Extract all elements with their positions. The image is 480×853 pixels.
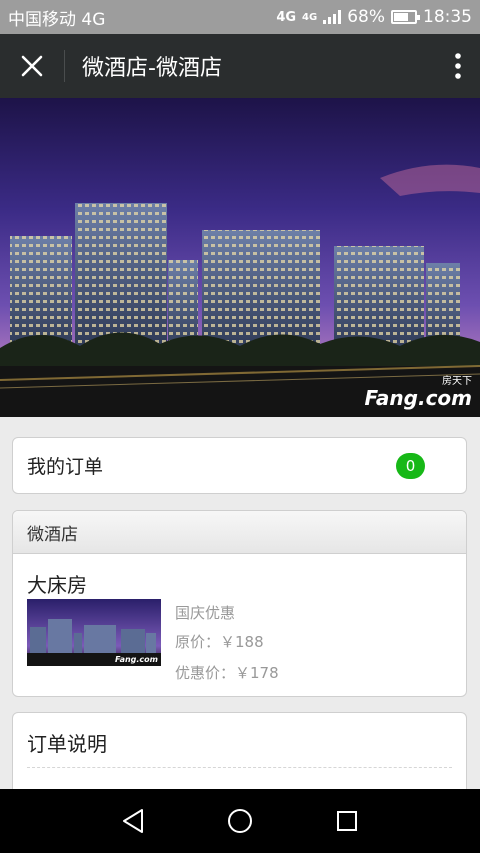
system-nav-bar: [0, 789, 480, 853]
original-price: 原价：￥188: [175, 633, 264, 651]
battery-percent: 68%: [347, 7, 385, 27]
more-button[interactable]: [436, 34, 480, 98]
my-orders-label: 我的订单: [27, 456, 104, 478]
thumb-watermark: Fang.com: [115, 655, 158, 664]
signal-icon: [323, 10, 342, 24]
home-button[interactable]: [210, 789, 270, 853]
close-button[interactable]: [0, 34, 64, 98]
room-price-info: 国庆优惠 原价：￥188 优惠价：￥178: [175, 599, 279, 688]
hotel-buildings-photo: [0, 98, 480, 417]
home-circle-icon: [227, 809, 252, 833]
hero-banner: 房天下 Fang.com: [0, 98, 480, 417]
my-orders-row[interactable]: 我的订单 0: [12, 437, 467, 494]
back-triangle-icon: [123, 809, 144, 833]
network-type-1: 4G: [276, 9, 297, 25]
title-separator: [64, 50, 65, 82]
close-icon: [21, 55, 43, 77]
discount-price: 优惠价：￥178: [175, 664, 279, 682]
back-button[interactable]: [103, 789, 163, 853]
room-name: 大床房: [27, 573, 87, 597]
promo-label: 国庆优惠: [175, 604, 236, 622]
divider: [27, 767, 452, 768]
hotel-card-header: 微酒店: [13, 511, 466, 554]
more-vertical-icon: [455, 53, 461, 79]
network-type-2: 4G: [302, 11, 318, 23]
recents-button[interactable]: [317, 789, 377, 853]
order-count-badge: 0: [396, 452, 425, 479]
recents-square-icon: [336, 811, 357, 831]
room-thumbnail[interactable]: Fang.com: [27, 599, 161, 666]
hotel-card[interactable]: 微酒店 大床房 Fang.com 国庆优惠 原价：￥188 优惠价：￥178: [12, 510, 467, 697]
title-bar: 微酒店-微酒店: [0, 34, 480, 98]
status-bar: 中国移动 4G 4G 4G 68% 18:35: [0, 0, 480, 34]
carrier-label: 中国移动 4G: [8, 9, 106, 30]
clock: 18:35: [423, 7, 472, 27]
battery-icon: [391, 10, 420, 24]
watermark-brand: Fang.com: [364, 386, 472, 410]
page-title: 微酒店-微酒店: [82, 56, 222, 81]
status-indicators: 4G 4G 68% 18:35: [276, 7, 472, 27]
hero-watermark: 房天下 Fang.com: [364, 377, 472, 410]
order-description-title: 订单说明: [27, 732, 107, 756]
